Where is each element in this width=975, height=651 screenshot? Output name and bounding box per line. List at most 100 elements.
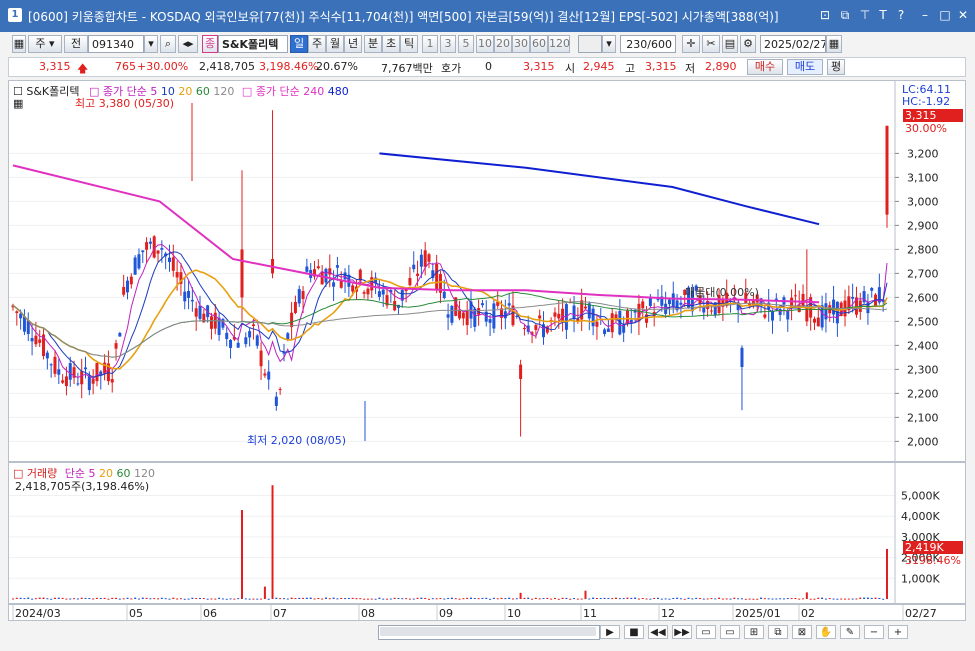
volume-bar bbox=[324, 597, 327, 599]
minute-3[interactable]: 3 bbox=[440, 35, 456, 53]
minus-icon[interactable]: − bbox=[864, 625, 884, 639]
sell-button[interactable]: 매도 bbox=[787, 59, 823, 75]
volume-bar bbox=[27, 597, 30, 599]
custom-interval-dropdown-icon[interactable]: ▾ bbox=[602, 35, 616, 53]
copy-icon[interactable]: ⧉ bbox=[768, 625, 788, 639]
interval-second[interactable]: 초 bbox=[382, 35, 400, 53]
buy-button[interactable]: 매수 bbox=[747, 59, 783, 75]
minute-10[interactable]: 10 bbox=[476, 35, 494, 53]
interval-week[interactable]: 주 bbox=[308, 35, 326, 53]
restore-window-icon[interactable]: ⊡ bbox=[818, 8, 832, 22]
volume-bar bbox=[737, 598, 740, 600]
title-bar: 1 [0600] 키움종합차트 - KOSDAQ 외국인보유[77(천)] 주식… bbox=[0, 0, 975, 32]
save-icon[interactable]: ▤ bbox=[722, 35, 738, 53]
maximize-icon[interactable]: □ bbox=[938, 8, 952, 22]
code-dropdown-icon[interactable]: ▾ bbox=[144, 35, 158, 53]
volume-bar bbox=[214, 598, 217, 600]
close-icon[interactable]: ✕ bbox=[956, 8, 970, 22]
volume-bar bbox=[492, 597, 495, 599]
volume-bar bbox=[515, 598, 518, 600]
layout-icon[interactable]: ▦ bbox=[12, 35, 26, 53]
speaker-icon[interactable]: ◂▸ bbox=[178, 35, 198, 53]
minute-20[interactable]: 20 bbox=[494, 35, 512, 53]
interval-year[interactable]: 년 bbox=[344, 35, 362, 53]
tool-icon[interactable]: ✂ bbox=[702, 35, 720, 53]
candle-body bbox=[187, 290, 191, 298]
volume-bar bbox=[550, 598, 553, 600]
fast-forward-icon[interactable]: ▶▶ bbox=[672, 625, 692, 639]
calendar-icon[interactable]: ▦ bbox=[826, 35, 842, 53]
zoom-out-icon[interactable]: ▭ bbox=[720, 625, 740, 639]
data-count-input[interactable]: 230/600 bbox=[620, 35, 676, 53]
volume-chart-pane[interactable]: 5,000K 4,000K 3,000K 2,000K 1,000K □ 거래량 단순 … bbox=[8, 462, 966, 604]
interval-month[interactable]: 월 bbox=[326, 35, 344, 53]
high-label: 고 bbox=[625, 62, 636, 75]
volume-bar bbox=[760, 597, 763, 599]
minute-30[interactable]: 30 bbox=[512, 35, 530, 53]
price-tick-label: 2,400 bbox=[907, 339, 939, 352]
chart-scrollbar[interactable]: ▶ ■ ◀◀ ▶▶ ▭ ▭ ⊞ ⧉ ⊠ ✋ ✎ − + bbox=[8, 623, 966, 641]
volume-bar bbox=[164, 598, 167, 600]
volume-bar bbox=[65, 598, 68, 600]
pin-icon[interactable]: ⊤ bbox=[858, 8, 872, 22]
candle-body bbox=[301, 290, 305, 299]
period-select[interactable]: 주 ▾ bbox=[28, 35, 62, 53]
pen-icon[interactable]: ✎ bbox=[840, 625, 860, 639]
minute-60[interactable]: 60 bbox=[530, 35, 548, 53]
search-icon[interactable]: ⌕ bbox=[160, 35, 176, 53]
custom-interval-input[interactable] bbox=[578, 35, 602, 53]
volume-bar bbox=[886, 548, 888, 599]
candle-body bbox=[465, 310, 469, 326]
candle-body bbox=[816, 317, 820, 327]
price-tick-label: 2,900 bbox=[907, 219, 939, 232]
volume-bar bbox=[676, 597, 679, 599]
scroll-thumb[interactable] bbox=[380, 627, 596, 636]
minimize-icon[interactable]: – bbox=[918, 8, 932, 22]
volume-tick-label: 1,000K bbox=[901, 572, 940, 585]
stock-code-input[interactable]: 091340 bbox=[88, 35, 144, 53]
grid-icon[interactable]: ⊞ bbox=[744, 625, 764, 639]
price-legend: ☐ S&K폴리텍 □ 종가 단순 5 10 20 60 120 □ 종가 단순 … bbox=[13, 85, 349, 98]
price-chart-pane[interactable]: 3,200 3,100 3,000 2,900 2,800 2,700 2,600 2,500… bbox=[8, 80, 966, 462]
stop-icon[interactable]: ■ bbox=[624, 625, 644, 639]
x-tick-label: 2025/01 bbox=[735, 607, 781, 620]
gear-icon[interactable]: ⚙ bbox=[740, 35, 756, 53]
help-icon[interactable]: ? bbox=[894, 8, 908, 22]
link-icon[interactable]: ⊠ bbox=[792, 625, 812, 639]
interval-minute[interactable]: 분 bbox=[364, 35, 382, 53]
zoom-in-icon[interactable]: ▭ bbox=[696, 625, 716, 639]
avg-button[interactable]: 평 bbox=[827, 59, 845, 75]
volume-bar bbox=[412, 598, 415, 600]
prev-button[interactable]: 전 bbox=[64, 35, 88, 53]
candle-body bbox=[15, 311, 19, 313]
minute-120[interactable]: 120 bbox=[548, 35, 570, 53]
volume-bar bbox=[294, 598, 297, 600]
table-icon[interactable]: ▦ bbox=[13, 97, 23, 110]
volume-bar bbox=[580, 598, 583, 600]
minute-5[interactable]: 5 bbox=[458, 35, 474, 53]
volume-bar bbox=[641, 597, 644, 599]
hand-icon[interactable]: ✋ bbox=[816, 625, 836, 639]
volume-bar bbox=[454, 598, 457, 600]
interval-day[interactable]: 일 bbox=[290, 35, 308, 53]
settings-icon[interactable]: T bbox=[876, 8, 890, 22]
scroll-right-icon[interactable]: ▶ bbox=[600, 625, 620, 639]
minute-1[interactable]: 1 bbox=[422, 35, 438, 53]
candle-body bbox=[427, 254, 431, 262]
hoga-label: 호가 bbox=[441, 62, 462, 75]
date-input[interactable]: 2025/02/27 bbox=[760, 35, 826, 53]
price-tick-label: 2,000 bbox=[907, 435, 939, 448]
crosshair-icon[interactable]: ✛ bbox=[682, 35, 700, 53]
interval-tick[interactable]: 틱 bbox=[400, 35, 418, 53]
candle-body bbox=[194, 308, 198, 317]
chart-window-icon[interactable]: ⧉ bbox=[838, 8, 852, 22]
volume-bar bbox=[729, 598, 732, 600]
volume-bar bbox=[149, 598, 152, 600]
plus-icon[interactable]: + bbox=[888, 625, 908, 639]
volume-bar bbox=[218, 597, 221, 599]
candle-body bbox=[561, 308, 565, 322]
volume-bar bbox=[424, 597, 427, 599]
candle-body bbox=[832, 299, 836, 315]
volume-bar bbox=[649, 598, 652, 600]
fast-back-icon[interactable]: ◀◀ bbox=[648, 625, 668, 639]
